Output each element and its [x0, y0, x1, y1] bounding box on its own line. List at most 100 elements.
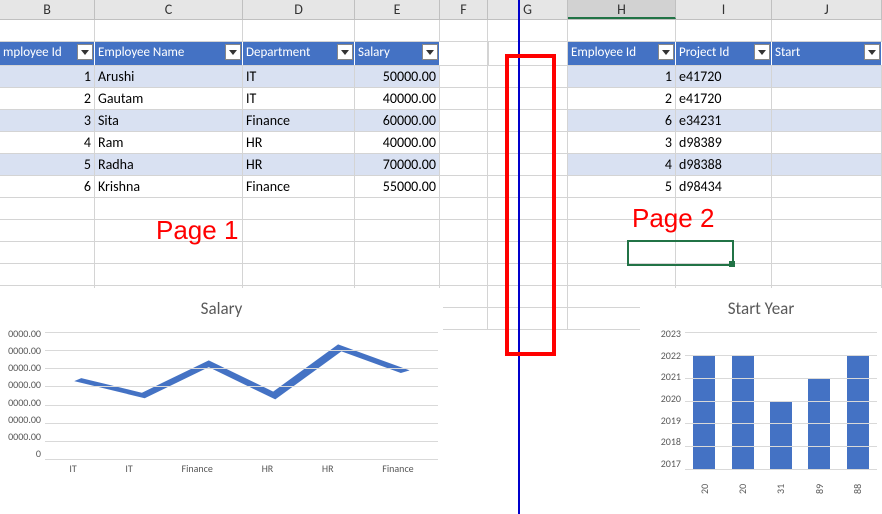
cell-salary[interactable]: 60000.00: [355, 110, 440, 131]
salary-chart[interactable]: Salary 0000.000000.000000.000000.000000.…: [0, 288, 443, 478]
cell[interactable]: [355, 242, 440, 263]
filter-dropdown-icon[interactable]: [658, 44, 674, 60]
cell-emp-id2[interactable]: 3: [568, 132, 676, 153]
cell-emp-id[interactable]: 3: [0, 110, 95, 131]
cell-dept[interactable]: Finance: [243, 110, 355, 131]
cell-emp-id2[interactable]: 5: [568, 176, 676, 197]
filter-dropdown-icon[interactable]: [422, 44, 438, 60]
cell[interactable]: [95, 264, 243, 285]
col-department[interactable]: Department: [243, 42, 355, 65]
col-salary[interactable]: Salary: [355, 42, 440, 65]
cell[interactable]: [0, 220, 95, 241]
cell[interactable]: [568, 264, 676, 285]
cell-dept[interactable]: IT: [243, 88, 355, 109]
cell[interactable]: [440, 176, 488, 197]
cell[interactable]: [355, 20, 440, 41]
cell-emp-name[interactable]: Radha: [95, 154, 243, 175]
cell-proj[interactable]: d98434: [676, 176, 772, 197]
cell-start[interactable]: [772, 154, 882, 175]
cell-emp-name[interactable]: Sita: [95, 110, 243, 131]
cell-proj[interactable]: d98389: [676, 132, 772, 153]
cell[interactable]: [0, 20, 95, 41]
fill-handle[interactable]: [729, 261, 735, 267]
col-header-E[interactable]: E: [355, 0, 440, 19]
cell-proj[interactable]: e34231: [676, 110, 772, 131]
cell-dept[interactable]: HR: [243, 132, 355, 153]
cell[interactable]: [243, 220, 355, 241]
cell-salary[interactable]: 40000.00: [355, 132, 440, 153]
col-employee-name[interactable]: Employee Name: [95, 42, 243, 65]
col-header-F[interactable]: F: [440, 0, 488, 19]
cell-emp-id[interactable]: 2: [0, 88, 95, 109]
col-header-D[interactable]: D: [243, 0, 355, 19]
cell[interactable]: [243, 242, 355, 263]
col-employee-id2[interactable]: Employee Id: [568, 42, 676, 65]
cell[interactable]: [772, 198, 882, 219]
active-cell-selection[interactable]: [627, 240, 734, 266]
cell-proj[interactable]: e41720: [676, 88, 772, 109]
filter-dropdown-icon[interactable]: [754, 44, 770, 60]
filter-dropdown-icon[interactable]: [225, 44, 241, 60]
cell[interactable]: [772, 220, 882, 241]
col-header-H[interactable]: H: [568, 0, 676, 19]
cell[interactable]: [772, 20, 882, 41]
col-employee-id[interactable]: mployee Id: [0, 42, 95, 65]
cell-start[interactable]: [772, 132, 882, 153]
cell[interactable]: [440, 88, 488, 109]
cell[interactable]: [0, 264, 95, 285]
cell-emp-id2[interactable]: 1: [568, 66, 676, 87]
cell-salary[interactable]: 70000.00: [355, 154, 440, 175]
cell-proj[interactable]: e41720: [676, 66, 772, 87]
cell-emp-name[interactable]: Arushi: [95, 66, 243, 87]
cell[interactable]: [568, 20, 676, 41]
cell[interactable]: [440, 132, 488, 153]
cell-start[interactable]: [772, 110, 882, 131]
cell[interactable]: [440, 264, 488, 285]
filter-dropdown-icon[interactable]: [77, 44, 93, 60]
col-header-B[interactable]: B: [0, 0, 95, 19]
cell[interactable]: [0, 242, 95, 263]
cell-salary[interactable]: 50000.00: [355, 66, 440, 87]
cell-emp-id[interactable]: 5: [0, 154, 95, 175]
cell-dept[interactable]: IT: [243, 66, 355, 87]
cell[interactable]: [440, 220, 488, 241]
cell-emp-id2[interactable]: 4: [568, 154, 676, 175]
cell[interactable]: [0, 198, 95, 219]
col-project-id[interactable]: Project Id: [676, 42, 772, 65]
col-header-J[interactable]: J: [772, 0, 882, 19]
filter-dropdown-icon[interactable]: [337, 44, 353, 60]
cell-emp-name[interactable]: Gautam: [95, 88, 243, 109]
cell[interactable]: [440, 242, 488, 263]
cell-proj[interactable]: d98388: [676, 154, 772, 175]
cell-emp-id[interactable]: 4: [0, 132, 95, 153]
cell[interactable]: [440, 20, 488, 41]
cell[interactable]: [95, 20, 243, 41]
cell-emp-id2[interactable]: 2: [568, 88, 676, 109]
cell[interactable]: [243, 264, 355, 285]
cell-start[interactable]: [772, 88, 882, 109]
cell[interactable]: [243, 20, 355, 41]
cell-emp-id[interactable]: 1: [0, 66, 95, 87]
cell[interactable]: [243, 198, 355, 219]
cell-dept[interactable]: Finance: [243, 176, 355, 197]
col-start[interactable]: Start: [772, 42, 882, 65]
cell-start[interactable]: [772, 66, 882, 87]
cell-start[interactable]: [772, 176, 882, 197]
cell-salary[interactable]: 40000.00: [355, 88, 440, 109]
cell[interactable]: [355, 220, 440, 241]
col-header-G[interactable]: G: [488, 0, 568, 19]
cell-emp-id2[interactable]: 6: [568, 110, 676, 131]
cell[interactable]: [440, 66, 488, 87]
cell[interactable]: [355, 264, 440, 285]
cell[interactable]: [440, 308, 488, 329]
cell-salary[interactable]: 55000.00: [355, 176, 440, 197]
cell[interactable]: [772, 242, 882, 263]
cell[interactable]: [488, 20, 568, 41]
cell[interactable]: [355, 198, 440, 219]
cell-emp-id[interactable]: 6: [0, 176, 95, 197]
cell-dept[interactable]: HR: [243, 154, 355, 175]
cell[interactable]: [676, 264, 772, 285]
cell[interactable]: [440, 154, 488, 175]
cell-emp-name[interactable]: Ram: [95, 132, 243, 153]
cell[interactable]: [676, 20, 772, 41]
